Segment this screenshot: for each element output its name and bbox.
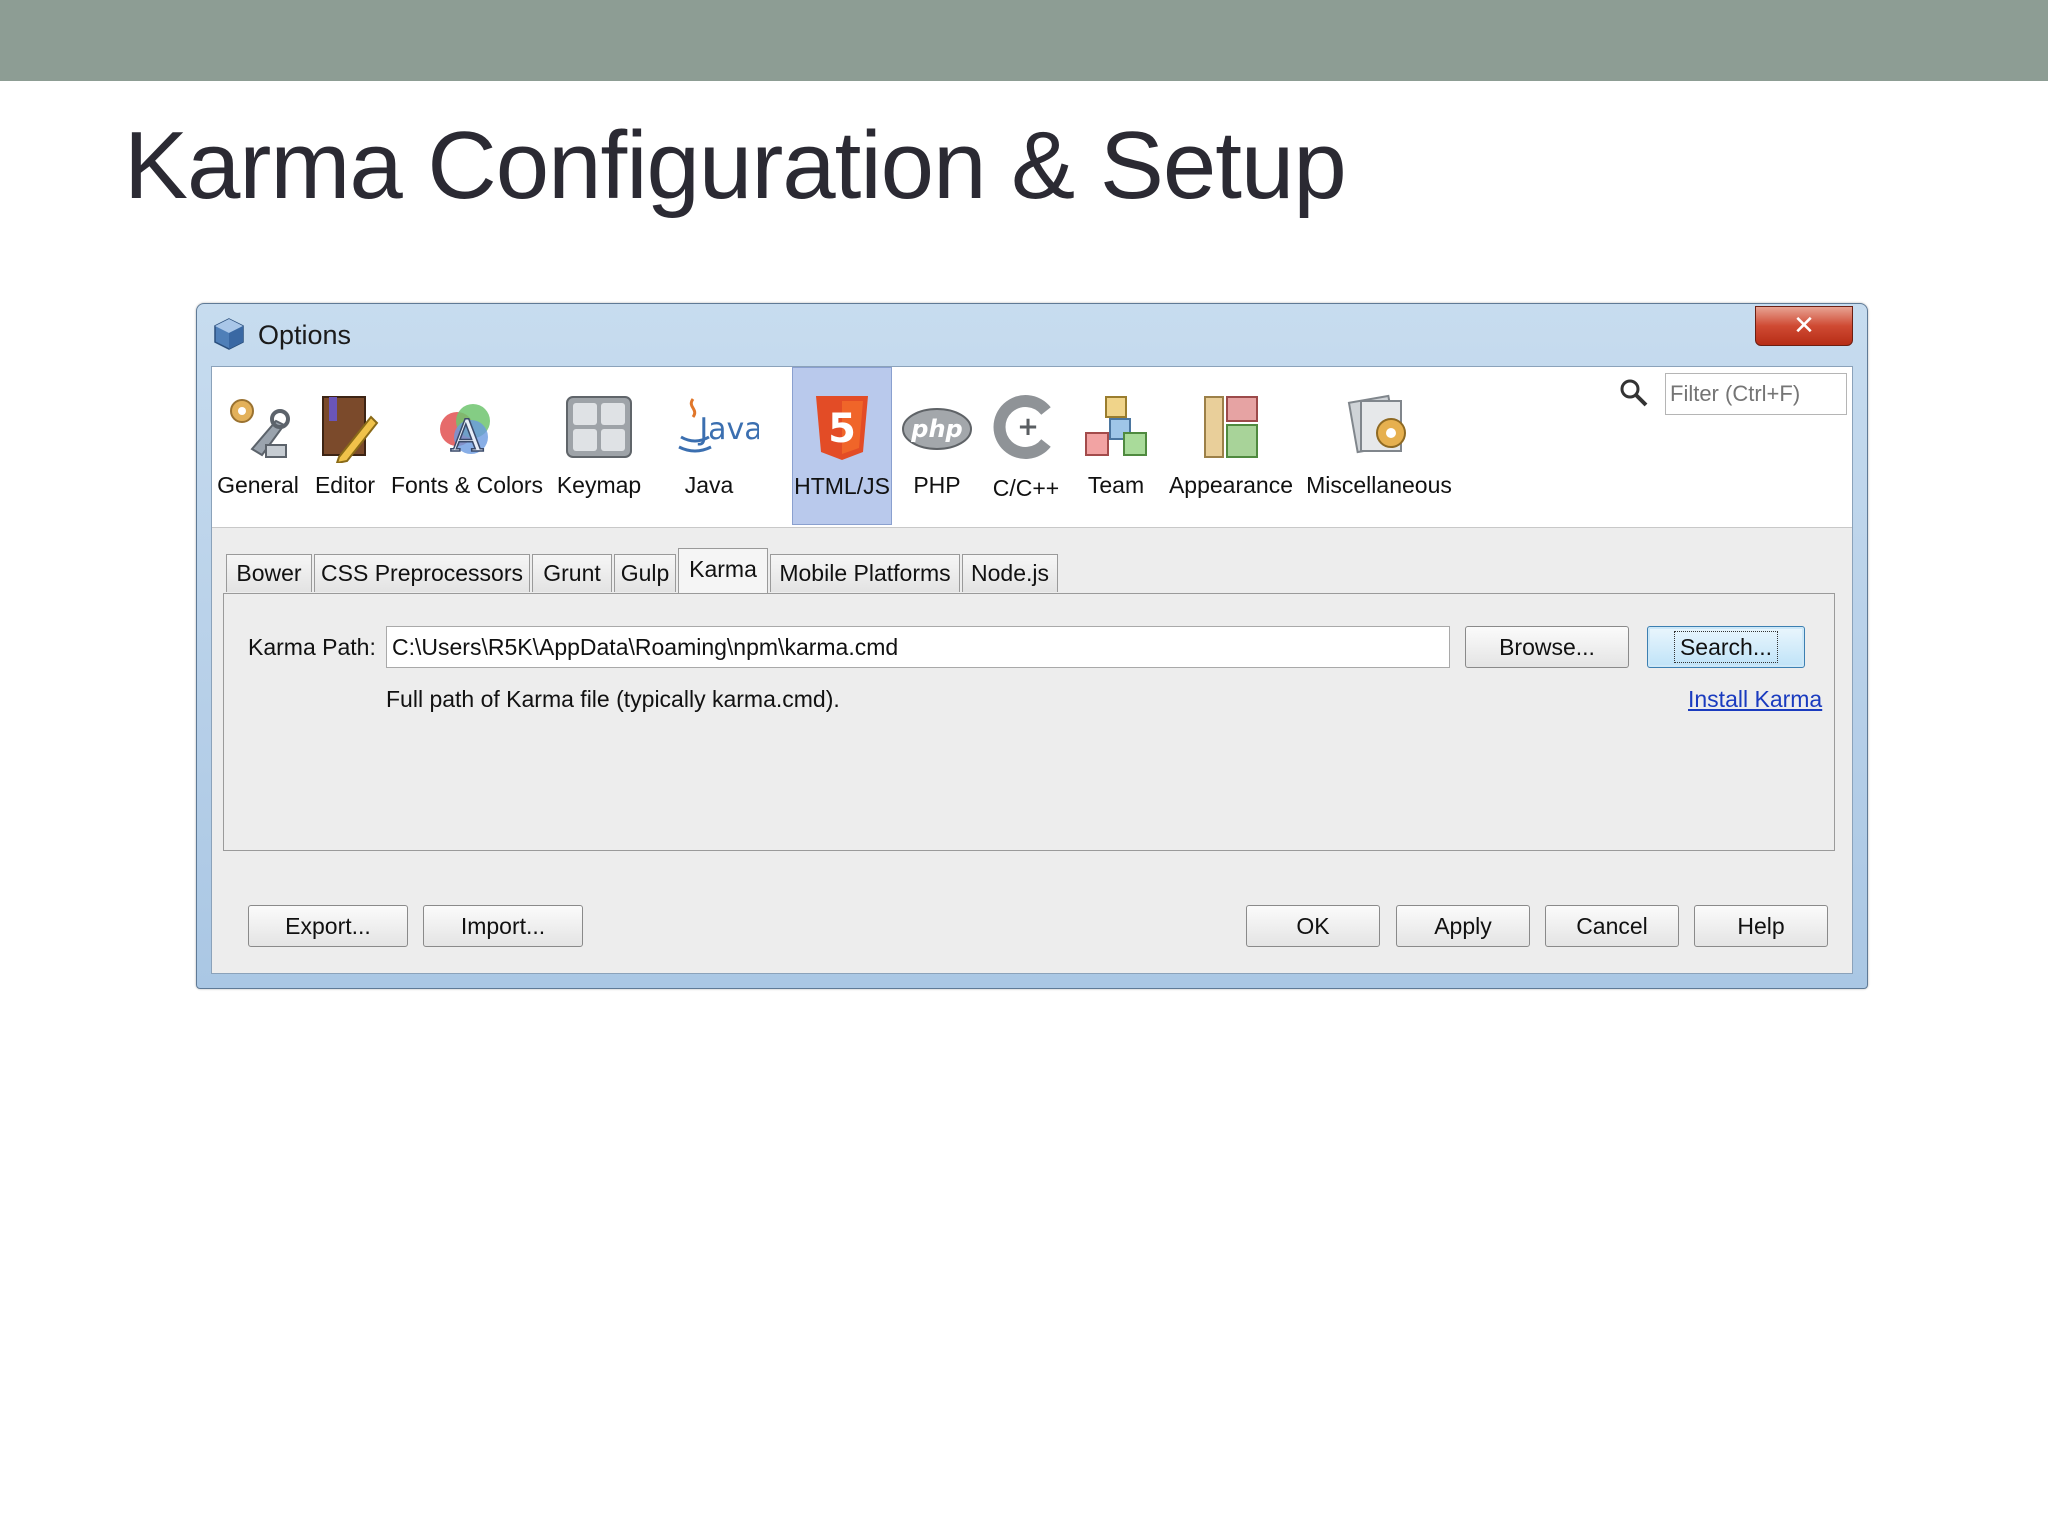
category-general[interactable]: General	[214, 367, 302, 525]
cancel-button[interactable]: Cancel	[1545, 905, 1679, 947]
fonts-colors-icon: A	[440, 404, 490, 463]
category-label: Appearance	[1168, 472, 1294, 498]
category-label: General	[217, 472, 299, 498]
karma-path-label: Karma Path:	[248, 634, 376, 660]
category-label: Miscellaneous	[1306, 472, 1452, 498]
category-c-cpp[interactable]: + C/C++	[980, 367, 1072, 525]
import-button[interactable]: Import...	[423, 905, 583, 947]
category-miscellaneous[interactable]: Miscellaneous	[1304, 367, 1454, 525]
svg-text:5: 5	[828, 406, 856, 452]
svg-text:+: +	[1017, 412, 1039, 442]
category-team[interactable]: Team	[1074, 367, 1158, 525]
karma-path-hint: Full path of Karma file (typically karma…	[386, 686, 840, 712]
window-titlebar[interactable]: Options ✕	[197, 304, 1867, 366]
export-button[interactable]: Export...	[248, 905, 408, 947]
filter-input[interactable]	[1665, 373, 1847, 415]
install-karma-link[interactable]: Install Karma	[1688, 686, 1822, 713]
window-title: Options	[258, 320, 352, 350]
tab-mobile-platforms[interactable]: Mobile Platforms	[770, 554, 960, 592]
close-icon: ✕	[1793, 311, 1815, 341]
options-window: Options ✕ General Editor A Fonts & Color…	[196, 303, 1868, 989]
category-php[interactable]: php PHP	[896, 367, 978, 525]
karma-path-input[interactable]	[386, 626, 1450, 668]
options-cube-icon	[214, 318, 244, 350]
close-button[interactable]: ✕	[1755, 306, 1853, 346]
category-toolbar: General Editor A Fonts & Colors Keymap J…	[212, 367, 1852, 528]
keymap-keyboard-icon	[566, 396, 632, 458]
apply-button[interactable]: Apply	[1396, 905, 1530, 947]
category-label: PHP	[913, 472, 961, 498]
category-editor[interactable]: Editor	[304, 367, 386, 525]
search-icon	[1620, 379, 1648, 407]
browse-button[interactable]: Browse...	[1465, 626, 1629, 668]
category-keymap[interactable]: Keymap	[548, 367, 650, 525]
category-label: C/C++	[992, 475, 1060, 501]
svg-text:A: A	[450, 411, 484, 462]
window-client-area: General Editor A Fonts & Colors Keymap J…	[211, 366, 1853, 974]
category-label: Editor	[314, 472, 376, 498]
category-label: Java	[684, 472, 734, 498]
html5-shield-icon: 5	[816, 396, 868, 460]
svg-text:Java: Java	[697, 412, 759, 447]
ok-button[interactable]: OK	[1246, 905, 1380, 947]
category-appearance[interactable]: Appearance	[1160, 367, 1302, 525]
tab-node-js[interactable]: Node.js	[962, 554, 1058, 592]
tab-css-preprocessors[interactable]: CSS Preprocessors	[314, 554, 530, 592]
java-cup-icon: Java	[678, 398, 759, 453]
tab-gulp[interactable]: Gulp	[614, 554, 676, 592]
svg-text:php: php	[910, 415, 962, 443]
tab-bower[interactable]: Bower	[226, 554, 312, 592]
slide-top-band	[0, 0, 2048, 81]
search-button-label: Search...	[1673, 631, 1779, 663]
tab-karma[interactable]: Karma	[678, 548, 768, 593]
category-label: Keymap	[556, 472, 642, 498]
category-label: Team	[1087, 472, 1145, 498]
editor-book-pencil-icon	[322, 396, 379, 463]
tab-grunt[interactable]: Grunt	[532, 554, 612, 592]
help-button[interactable]: Help	[1694, 905, 1828, 947]
search-button[interactable]: Search...	[1647, 626, 1805, 668]
team-cubes-icon	[1085, 396, 1147, 456]
php-logo-icon: php	[902, 408, 972, 450]
category-java[interactable]: Java Java	[652, 367, 766, 525]
karma-panel: Karma Path: Browse... Search... Full pat…	[223, 593, 1835, 851]
appearance-layout-icon	[1204, 396, 1258, 458]
slide-title: Karma Configuration & Setup	[124, 112, 1347, 219]
category-html-js[interactable]: 5 HTML/JS	[792, 367, 892, 525]
general-wrench-gear-icon	[230, 399, 290, 458]
category-label: Fonts & Colors	[390, 472, 544, 498]
cpp-logo-icon: +	[993, 395, 1051, 459]
miscellaneous-gear-icon	[1347, 394, 1406, 454]
category-fonts-colors[interactable]: A Fonts & Colors	[388, 367, 546, 525]
category-label: HTML/JS	[794, 473, 890, 499]
